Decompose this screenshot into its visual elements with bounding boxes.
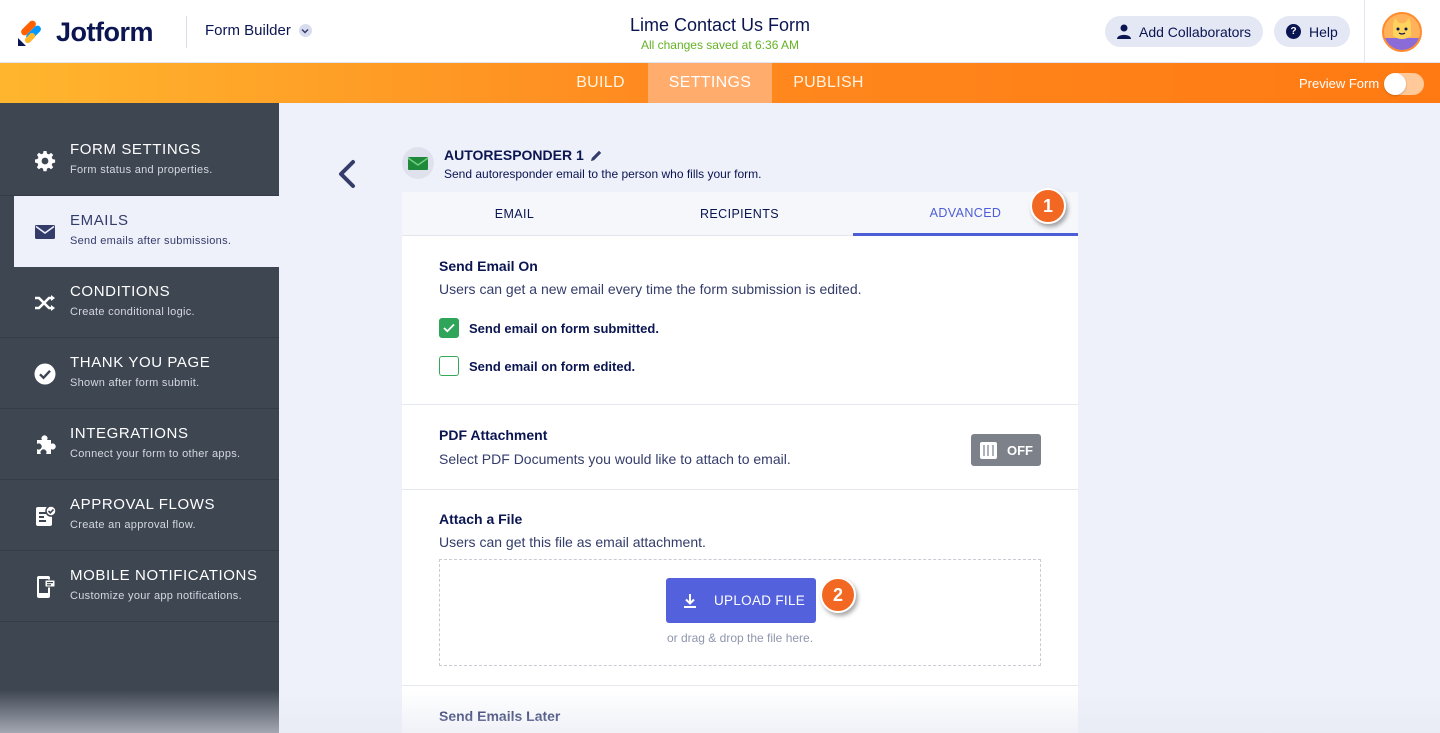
form-builder-menu[interactable]: Form Builder (205, 22, 312, 39)
sidebar-item-label: EMAILS (70, 212, 129, 229)
main-nav: BUILD SETTINGS PUBLISH Preview Form (0, 63, 1440, 103)
send-email-on-section: Send Email On Users can get a new email … (402, 236, 1078, 405)
sidebar-item-sublabel: Form status and properties. (70, 164, 213, 176)
approval-icon (36, 505, 57, 526)
tab-build[interactable]: BUILD (553, 63, 648, 103)
add-collaborators-label: Add Collaborators (1139, 23, 1252, 40)
pencil-icon[interactable] (590, 149, 603, 162)
toggle-state-label: OFF (1007, 442, 1033, 458)
gear-icon (35, 151, 56, 172)
avatar-cat-icon (1384, 18, 1420, 50)
mobile-icon (37, 576, 56, 598)
download-arrow-icon (684, 593, 696, 608)
sidebar-item-conditions[interactable]: CONDITIONS Create conditional logic. (0, 267, 279, 338)
pdf-attachment-toggle[interactable]: OFF (971, 434, 1041, 466)
upload-file-label: UPLOAD FILE (714, 593, 806, 608)
tab-recipients[interactable]: RECIPIENTS (627, 192, 852, 236)
drop-hint: or drag & drop the file here. (666, 631, 814, 645)
upload-file-button[interactable]: UPLOAD FILE (666, 578, 816, 623)
checkbox-checked[interactable] (439, 318, 459, 338)
email-settings-tabs: EMAIL RECIPIENTS ADVANCED (402, 192, 1078, 236)
sidebar-item-sublabel: Create conditional logic. (70, 306, 195, 318)
puzzle-icon (37, 435, 56, 454)
sidebar-item-sublabel: Shown after form submit. (70, 377, 200, 389)
envelope-green-icon (407, 157, 429, 170)
sidebar-item-approval-flows[interactable]: APPROVAL FLOWS Create an approval flow. (0, 480, 279, 551)
help-button[interactable]: ? Help (1274, 16, 1350, 47)
tab-publish[interactable]: PUBLISH (772, 63, 885, 103)
sidebar-item-label: INTEGRATIONS (70, 425, 189, 442)
shuffle-icon (35, 295, 55, 311)
sidebar-item-label: APPROVAL FLOWS (70, 496, 216, 513)
sidebar-item-emails[interactable]: EMAILS Send emails after submissions. (14, 196, 279, 267)
sidebar-item-label: FORM SETTINGS (70, 141, 202, 158)
advanced-settings-card: Send Email On Users can get a new email … (402, 236, 1078, 733)
brand-name: Jotform (56, 17, 154, 47)
send-emails-later-section: Send Emails Later (402, 686, 1078, 733)
section-description: Select PDF Documents you would like to a… (439, 451, 791, 467)
back-chevron-icon[interactable] (334, 158, 360, 190)
avatar[interactable] (1382, 12, 1422, 52)
section-description: Users can get a new email every time the… (439, 281, 862, 297)
send-on-edited-option[interactable]: Send email on form edited. (439, 356, 635, 376)
section-title: Attach a File (439, 511, 523, 527)
preview-form-toggle[interactable] (1384, 73, 1424, 95)
sidebar-item-sublabel: Customize your app notifications. (70, 590, 242, 602)
step-badge-1: 1 (1030, 188, 1066, 224)
sidebar-item-mobile-notifications[interactable]: MOBILE NOTIFICATIONS Customize your app … (0, 551, 279, 622)
autoresponder-title: AUTORESPONDER 1 (444, 147, 603, 163)
help-icon: ? (1286, 24, 1301, 39)
autoresponder-title-text: AUTORESPONDER 1 (444, 147, 584, 163)
envelope-icon (35, 225, 55, 239)
sidebar-item-label: MOBILE NOTIFICATIONS (70, 567, 258, 584)
checkbox-label: Send email on form edited. (469, 358, 636, 374)
chevron-down-icon (298, 24, 312, 37)
header-divider-right (1364, 0, 1365, 63)
section-title: Send Emails Later (439, 708, 561, 724)
form-title[interactable]: Lime Contact Us Form (520, 15, 920, 36)
add-collaborators-button[interactable]: Add Collaborators (1105, 16, 1264, 47)
checkbox-label: Send email on form submitted. (469, 320, 659, 336)
jotform-logo-icon (18, 20, 41, 46)
sidebar-item-thank-you-page[interactable]: THANK YOU PAGE Shown after form submit. (0, 338, 279, 409)
sidebar-item-label: CONDITIONS (70, 283, 171, 300)
sidebar-item-sublabel: Send emails after submissions. (70, 235, 232, 247)
autoresponder-icon (402, 147, 434, 179)
preview-form-label: Preview Form (1299, 76, 1380, 91)
header-divider (186, 16, 187, 48)
checkmark-icon (443, 323, 455, 333)
sidebar-item-label: THANK YOU PAGE (70, 354, 211, 371)
sidebar-item-sublabel: Create an approval flow. (70, 519, 196, 531)
sidebar-item-form-settings[interactable]: FORM SETTINGS Form status and properties… (0, 125, 279, 196)
autoresponder-description: Send autoresponder email to the person w… (444, 167, 762, 181)
user-icon (1117, 24, 1131, 39)
sidebar-item-integrations[interactable]: INTEGRATIONS Connect your form to other … (0, 409, 279, 480)
tab-settings[interactable]: SETTINGS (648, 63, 772, 103)
form-title-block: Lime Contact Us Form All changes saved a… (520, 15, 920, 52)
settings-sidebar: FORM SETTINGS Form status and properties… (0, 103, 279, 733)
step-badge-2: 2 (820, 577, 856, 613)
jotform-logo[interactable]: Jotform (16, 17, 154, 48)
form-builder-label: Form Builder (205, 22, 291, 39)
help-label: Help (1309, 23, 1338, 40)
section-description: Users can get this file as email attachm… (439, 534, 706, 550)
checkbox-unchecked[interactable] (439, 356, 459, 376)
top-header: Jotform Form Builder Lime Contact Us For… (0, 0, 1440, 63)
sidebar-item-sublabel: Connect your form to other apps. (70, 448, 241, 460)
file-dropzone[interactable]: UPLOAD FILE or drag & drop the file here… (439, 559, 1041, 666)
section-title: Send Email On (439, 258, 538, 274)
tab-email[interactable]: EMAIL (402, 192, 627, 236)
save-status: All changes saved at 6:36 AM (640, 38, 800, 52)
toggle-knob (1384, 73, 1406, 95)
toggle-grip-icon (980, 441, 997, 459)
send-on-submitted-option[interactable]: Send email on form submitted. (439, 318, 659, 338)
section-title: PDF Attachment (439, 427, 548, 443)
check-circle-icon (34, 363, 56, 385)
